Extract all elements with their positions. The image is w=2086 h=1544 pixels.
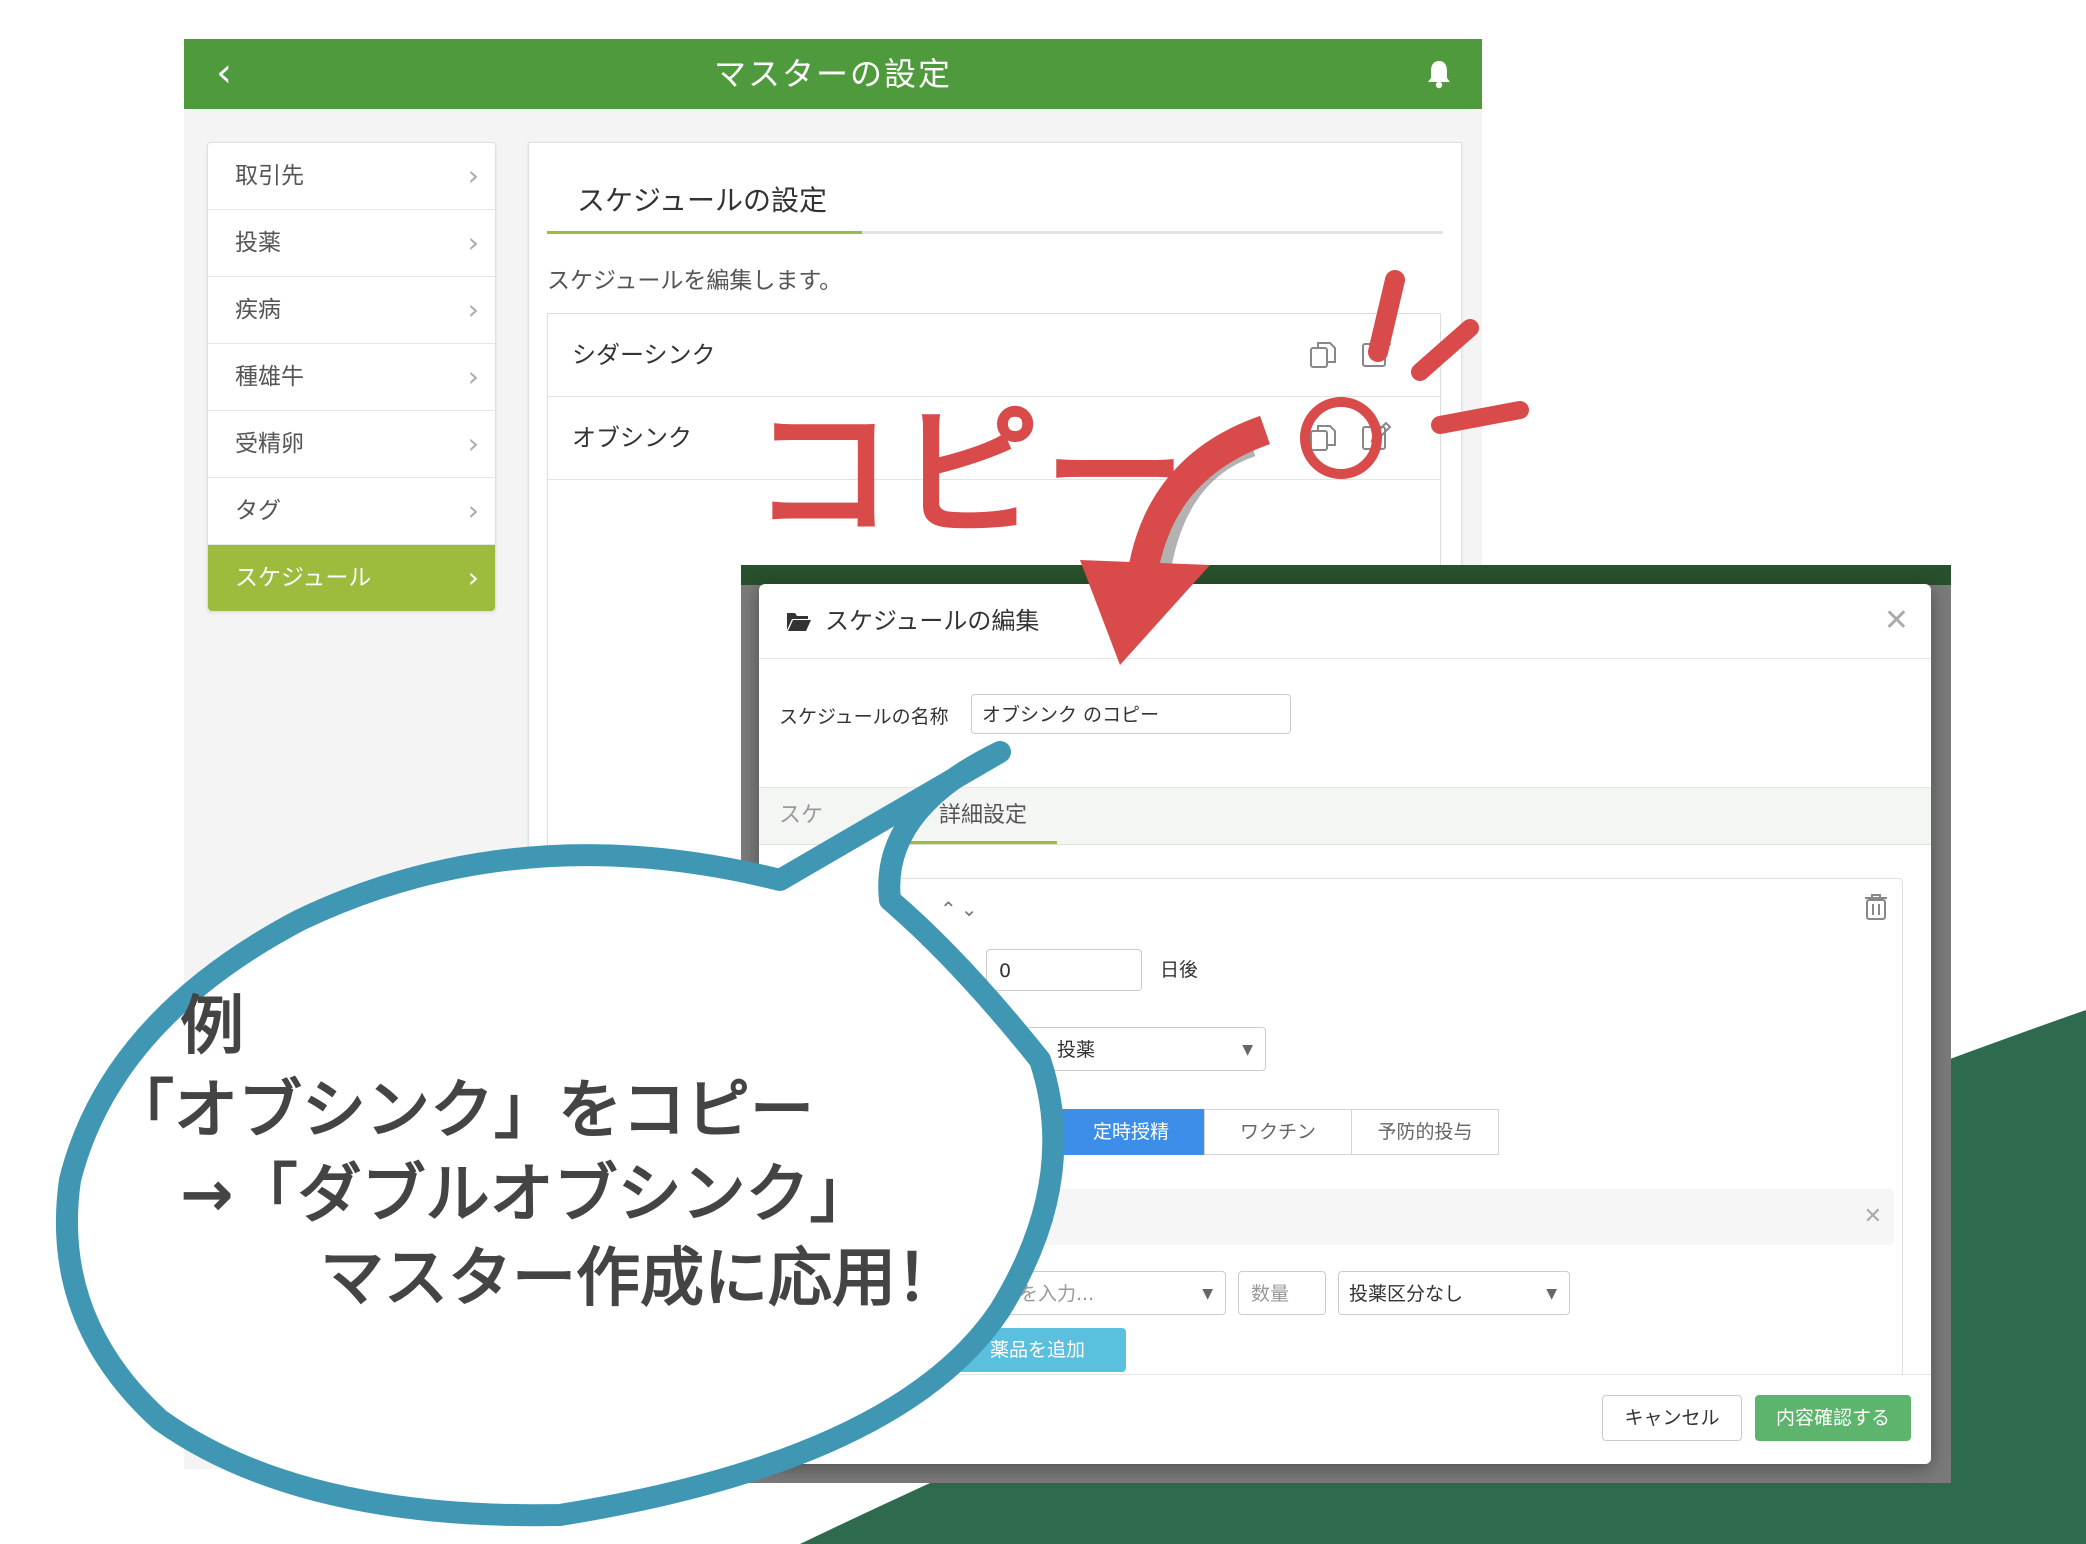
- sidebar-item-medication[interactable]: 投薬 ›: [208, 210, 495, 277]
- sidebar-item-label: スケジュール: [235, 565, 372, 591]
- close-icon[interactable]: ✕: [1884, 584, 1909, 658]
- app-header: ‹ マスターの設定: [184, 39, 1482, 109]
- tab-schedule-settings[interactable]: スケジュールの設定: [577, 179, 827, 219]
- page-title: マスターの設定: [713, 55, 952, 93]
- category-preventive[interactable]: 予防的投与: [1351, 1109, 1499, 1155]
- chevron-right-icon: ›: [467, 226, 479, 259]
- drug-row: 薬区分なし ✕: [910, 1189, 1894, 1245]
- cancel-button[interactable]: キャンセル: [1602, 1395, 1742, 1441]
- modal-backdrop-header: [741, 565, 1951, 585]
- tab-active-indicator: [547, 231, 862, 234]
- drug-search-select[interactable]: を入力... ▼: [986, 1271, 1226, 1315]
- quantity-input[interactable]: 数量: [1238, 1271, 1326, 1315]
- schedule-name: シダーシンク: [572, 341, 716, 369]
- caret-down-icon: ▼: [1242, 1042, 1253, 1058]
- modal-header: スケジュールの編集 ✕: [759, 584, 1931, 659]
- tab-active-indicator: [909, 841, 1057, 844]
- bubble-line: 「オブシンク」をコピー: [110, 1074, 814, 1148]
- sidebar-item-embryo[interactable]: 受精卵 ›: [208, 411, 495, 478]
- copy-annotation: コピー: [752, 392, 1190, 557]
- edit-icon[interactable]: [1360, 421, 1392, 453]
- sidebar-item-tag[interactable]: タグ ›: [208, 478, 495, 545]
- sidebar-item-label: 取引先: [235, 163, 304, 189]
- tab-schedule[interactable]: スケ: [779, 788, 823, 844]
- chevron-right-icon: ›: [467, 159, 479, 192]
- modal-footer: キャンセル 内容確認する: [759, 1374, 1931, 1464]
- sidebar-item-schedule[interactable]: スケジュール ›: [208, 545, 495, 611]
- schedule-name: オブシンク: [572, 424, 692, 452]
- close-icon[interactable]: ✕: [1864, 1189, 1882, 1245]
- reorder-arrows-icon[interactable]: ⌃⌄: [940, 897, 982, 921]
- category-vaccine[interactable]: ワクチン: [1204, 1109, 1352, 1155]
- bell-icon[interactable]: [1424, 58, 1454, 90]
- panel-description: スケジュールを編集します。: [547, 268, 843, 294]
- division-select[interactable]: 投薬区分なし ▼: [1338, 1271, 1570, 1315]
- category-timed-ai[interactable]: 定時授精: [1057, 1109, 1205, 1155]
- sidebar-item-label: タグ: [235, 498, 281, 524]
- sidebar-item-label: 受精卵: [235, 431, 304, 457]
- tab-details[interactable]: 詳細設定: [939, 788, 1027, 844]
- division-value: 投薬区分なし: [1349, 1283, 1464, 1305]
- sidebar-item-partners[interactable]: 取引先 ›: [208, 143, 495, 210]
- caret-down-icon: ▼: [1202, 1286, 1213, 1302]
- modal-tabs: スケ 詳細設定: [759, 787, 1931, 845]
- speech-bubble-text: 例 「オブシンク」をコピー →「ダブルオブシンク」 マスター作成に応用！: [110, 985, 960, 1321]
- bubble-line: マスター作成に応用！: [320, 1242, 960, 1316]
- drug-row-label: 薬区分なし: [960, 1206, 1056, 1228]
- caret-down-icon: ▼: [1546, 1286, 1557, 1302]
- chevron-right-icon: ›: [467, 494, 479, 527]
- sidebar-item-disease[interactable]: 疾病 ›: [208, 277, 495, 344]
- edit-icon[interactable]: [1360, 338, 1392, 370]
- modal-title: スケジュールの編集: [825, 607, 1040, 635]
- event-type-select[interactable]: 投薬 ▼: [986, 1027, 1266, 1071]
- schedule-name-label: スケジュールの名称: [779, 706, 949, 728]
- chevron-right-icon: ›: [467, 427, 479, 460]
- days-after-input[interactable]: 0: [986, 949, 1142, 991]
- event-type-value: 投薬: [1057, 1039, 1096, 1061]
- bubble-line: 例: [180, 990, 244, 1064]
- sidebar: 取引先 › 投薬 › 疾病 › 種雄牛 › 受精卵 › タグ › スケジュール …: [207, 142, 496, 612]
- confirm-button[interactable]: 内容確認する: [1755, 1395, 1911, 1441]
- add-drug-button[interactable]: 薬品を追加: [950, 1328, 1126, 1372]
- schedule-name-input[interactable]: オブシンク のコピー: [971, 694, 1291, 734]
- sidebar-item-label: 種雄牛: [235, 364, 304, 390]
- sidebar-item-label: 疾病: [235, 297, 281, 323]
- drug-search-placeholder: を入力...: [1019, 1283, 1095, 1305]
- chevron-right-icon: ›: [467, 360, 479, 393]
- copy-icon[interactable]: [1308, 423, 1338, 453]
- sidebar-item-sire[interactable]: 種雄牛 ›: [208, 344, 495, 411]
- chevron-right-icon: ›: [467, 293, 479, 326]
- bubble-line: →「ダブルオブシンク」: [180, 1158, 874, 1232]
- folder-open-icon: [787, 613, 811, 631]
- trash-icon[interactable]: [1864, 893, 1888, 921]
- list-item[interactable]: シダーシンク: [548, 314, 1440, 397]
- days-after-label: 日後: [1160, 959, 1199, 981]
- copy-icon[interactable]: [1308, 340, 1338, 370]
- sidebar-item-label: 投薬: [235, 230, 281, 256]
- chevron-right-icon: ›: [467, 561, 479, 594]
